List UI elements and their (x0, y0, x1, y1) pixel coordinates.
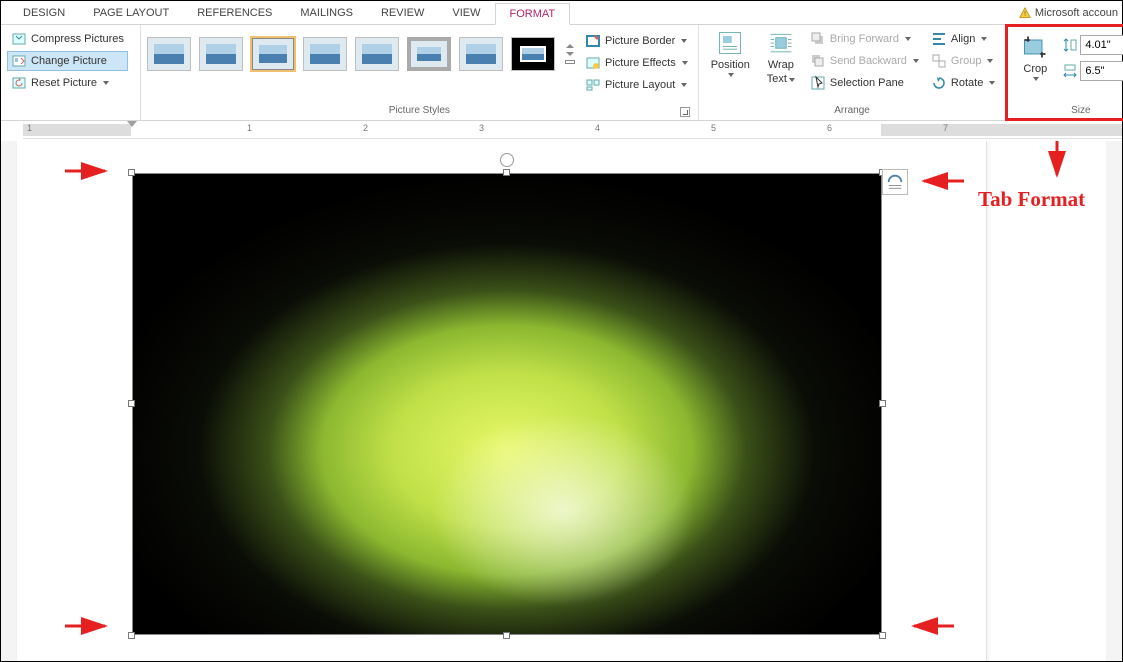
group-adjust: Compress Pictures Change Picture Reset P… (1, 25, 141, 120)
height-spinner[interactable] (1062, 35, 1123, 55)
resize-handle-t[interactable] (503, 169, 510, 176)
height-input[interactable] (1080, 35, 1123, 55)
style-thumb-5[interactable] (355, 37, 399, 71)
resize-handle-l[interactable] (128, 400, 135, 407)
width-input[interactable] (1080, 61, 1123, 81)
group-icon (931, 53, 947, 69)
annotation-label: Tab Format (978, 187, 1085, 212)
picture-styles-label: Picture Styles (147, 102, 692, 119)
border-icon (585, 33, 601, 49)
bring-forward-button[interactable]: Bring Forward (806, 29, 923, 49)
style-thumb-4[interactable] (303, 37, 347, 71)
wrap-text-icon (767, 29, 795, 57)
tab-mailings[interactable]: MAILINGS (286, 3, 367, 23)
selection-pane-icon (810, 75, 826, 91)
picture-content (132, 173, 882, 635)
annotation-arrow (916, 171, 966, 191)
layout-options-button[interactable] (882, 169, 908, 195)
compress-pictures-button[interactable]: Compress Pictures (7, 29, 128, 49)
annotation-arrow (1047, 139, 1067, 183)
account-label[interactable]: ! Microsoft accoun (1019, 7, 1122, 19)
wrap-text-button[interactable]: Wrap Text (760, 27, 802, 87)
send-backward-icon (810, 53, 826, 69)
crop-button[interactable]: Crop (1014, 63, 1056, 81)
layout-icon (585, 77, 601, 93)
horizontal-ruler[interactable]: 1 1 2 3 4 5 6 7 (23, 121, 1122, 139)
reset-picture-icon (11, 75, 27, 91)
svg-text:!: ! (1024, 9, 1026, 18)
page (17, 141, 987, 661)
width-icon (1062, 63, 1078, 79)
annotation-arrow (63, 616, 113, 636)
reset-picture-button[interactable]: Reset Picture (7, 73, 128, 93)
size-label: Size (1014, 102, 1123, 119)
style-thumb-2[interactable] (199, 37, 243, 71)
style-thumb-7[interactable] (459, 37, 503, 71)
resize-handle-tl[interactable] (128, 169, 135, 176)
change-picture-button[interactable]: Change Picture (7, 51, 128, 71)
picture-styles-launcher[interactable] (680, 107, 690, 117)
picture-effects-button[interactable]: Picture Effects (581, 53, 692, 73)
resize-handle-b[interactable] (503, 632, 510, 639)
document-area[interactable] (1, 141, 1122, 661)
resize-handle-bl[interactable] (128, 632, 135, 639)
gallery-scroll[interactable] (563, 44, 577, 64)
annotation-arrow (906, 616, 956, 636)
position-icon (716, 29, 744, 57)
ribbon-tabs: DESIGN PAGE LAYOUT REFERENCES MAILINGS R… (1, 1, 1122, 25)
group-button[interactable]: Group (927, 51, 999, 71)
style-thumb-1[interactable] (147, 37, 191, 71)
style-thumb-3[interactable] (251, 37, 295, 71)
selection-pane-button[interactable]: Selection Pane (806, 73, 923, 93)
position-button[interactable]: Position (705, 27, 756, 79)
annotation-arrow (63, 161, 113, 181)
picture-layout-button[interactable]: Picture Layout (581, 75, 692, 95)
tab-design[interactable]: DESIGN (9, 3, 79, 23)
picture-styles-gallery[interactable] (147, 27, 577, 71)
resize-handle-br[interactable] (879, 632, 886, 639)
effects-icon (585, 55, 601, 71)
arrange-label: Arrange (705, 102, 1000, 119)
compress-icon (11, 31, 27, 47)
group-picture-styles: Picture Border Picture Effects Picture L… (141, 25, 699, 120)
picture-border-button[interactable]: Picture Border (581, 31, 692, 51)
selected-picture[interactable] (132, 173, 882, 635)
group-size: Crop Size (1006, 25, 1123, 120)
tab-view[interactable]: VIEW (438, 3, 494, 23)
style-thumb-6[interactable] (407, 37, 451, 71)
bring-forward-icon (810, 31, 826, 47)
height-icon (1062, 37, 1078, 53)
crop-icon (1021, 33, 1049, 61)
resize-handle-r[interactable] (879, 400, 886, 407)
group-arrange: Position Wrap Text Bring Forward Send Ba… (699, 25, 1007, 120)
align-icon (931, 31, 947, 47)
tab-page-layout[interactable]: PAGE LAYOUT (79, 3, 183, 23)
rotate-button[interactable]: Rotate (927, 73, 999, 93)
warning-icon: ! (1019, 7, 1031, 19)
tab-references[interactable]: REFERENCES (183, 3, 286, 23)
change-picture-icon (11, 53, 27, 69)
rotate-icon (931, 75, 947, 91)
rotate-handle[interactable] (500, 153, 514, 167)
style-thumb-8[interactable] (511, 37, 555, 71)
tab-format[interactable]: FORMAT (495, 3, 571, 25)
width-spinner[interactable] (1062, 61, 1123, 81)
send-backward-button[interactable]: Send Backward (806, 51, 923, 71)
tab-review[interactable]: REVIEW (367, 3, 438, 23)
align-button[interactable]: Align (927, 29, 999, 49)
layout-options-icon (886, 173, 904, 191)
ribbon: Compress Pictures Change Picture Reset P… (1, 25, 1122, 121)
